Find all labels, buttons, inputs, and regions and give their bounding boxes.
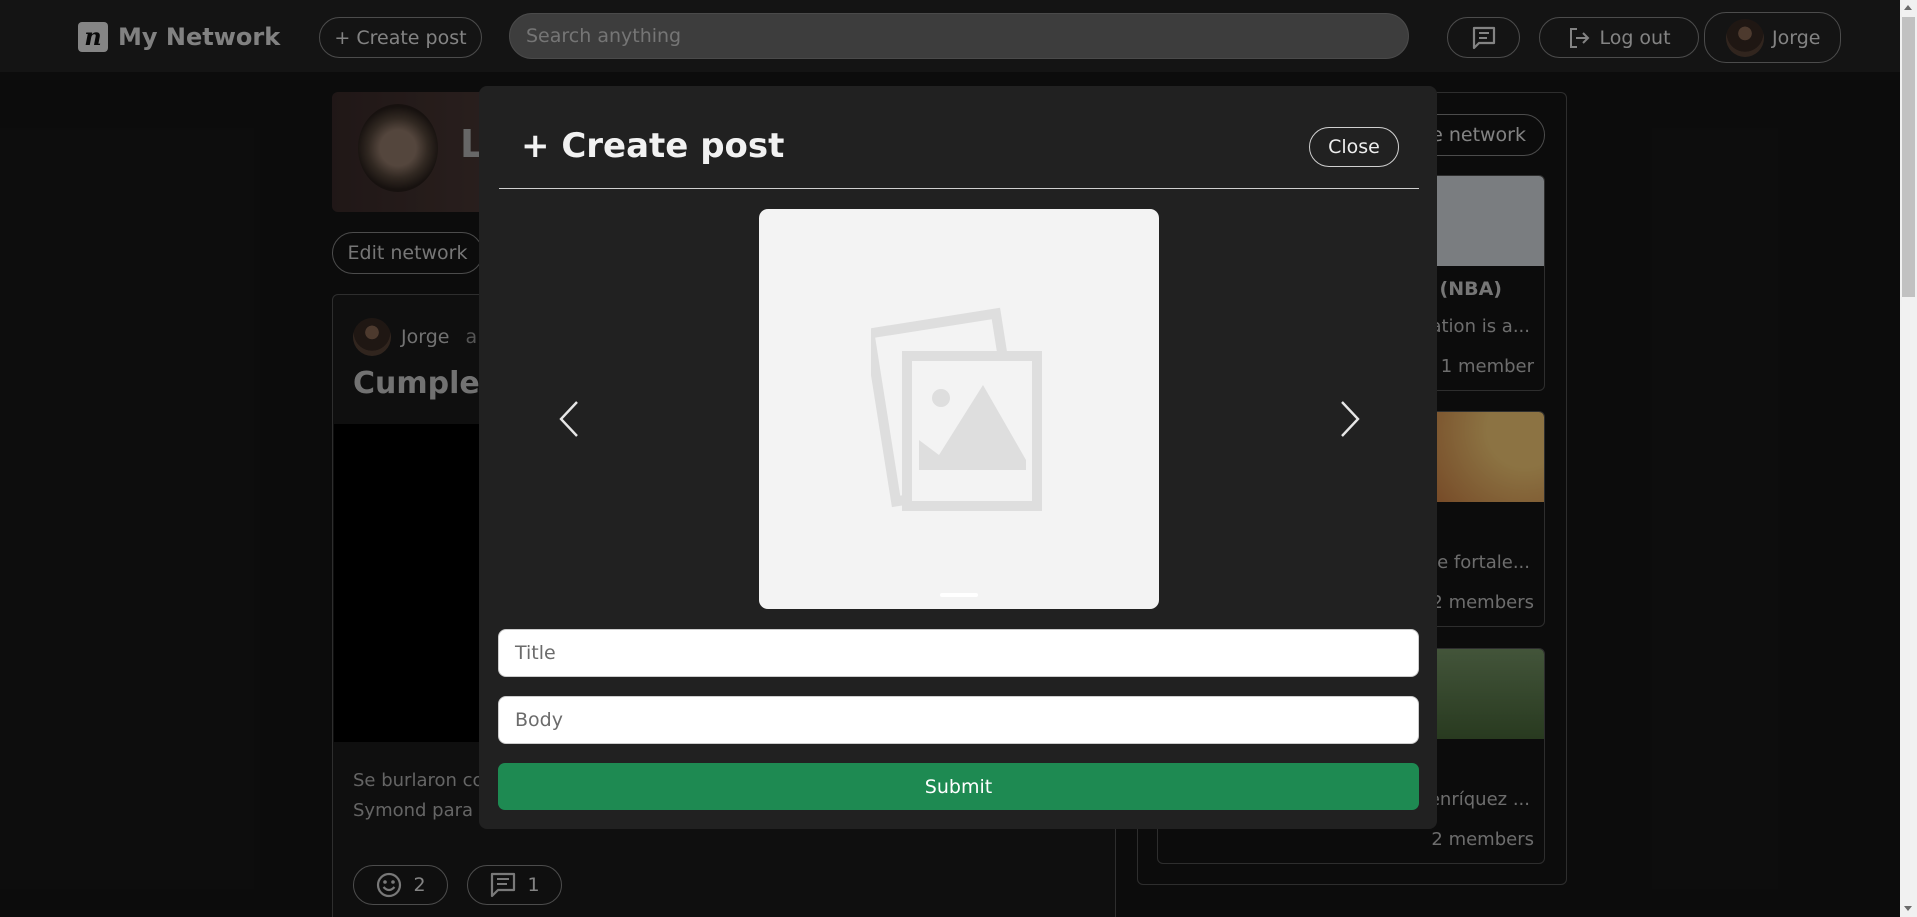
modal-title: + Create post [521,126,785,166]
body-input[interactable]: Body [498,696,1419,744]
carousel-indicator[interactable] [940,593,978,597]
submit-button[interactable]: Submit [498,763,1419,810]
title-input[interactable]: Title [498,629,1419,677]
scrollbar-thumb[interactable] [1902,17,1915,297]
image-placeholder-icon [871,307,1042,511]
close-button[interactable]: Close [1309,127,1399,167]
scroll-up-arrow-icon[interactable] [1904,5,1912,10]
chevron-left-icon [559,401,578,437]
chevron-right-icon [1341,401,1360,437]
modal-divider [499,188,1419,189]
scroll-down-arrow-icon[interactable] [1904,906,1912,911]
carousel-next-button[interactable] [1330,389,1370,449]
carousel-prev-button[interactable] [549,389,589,449]
